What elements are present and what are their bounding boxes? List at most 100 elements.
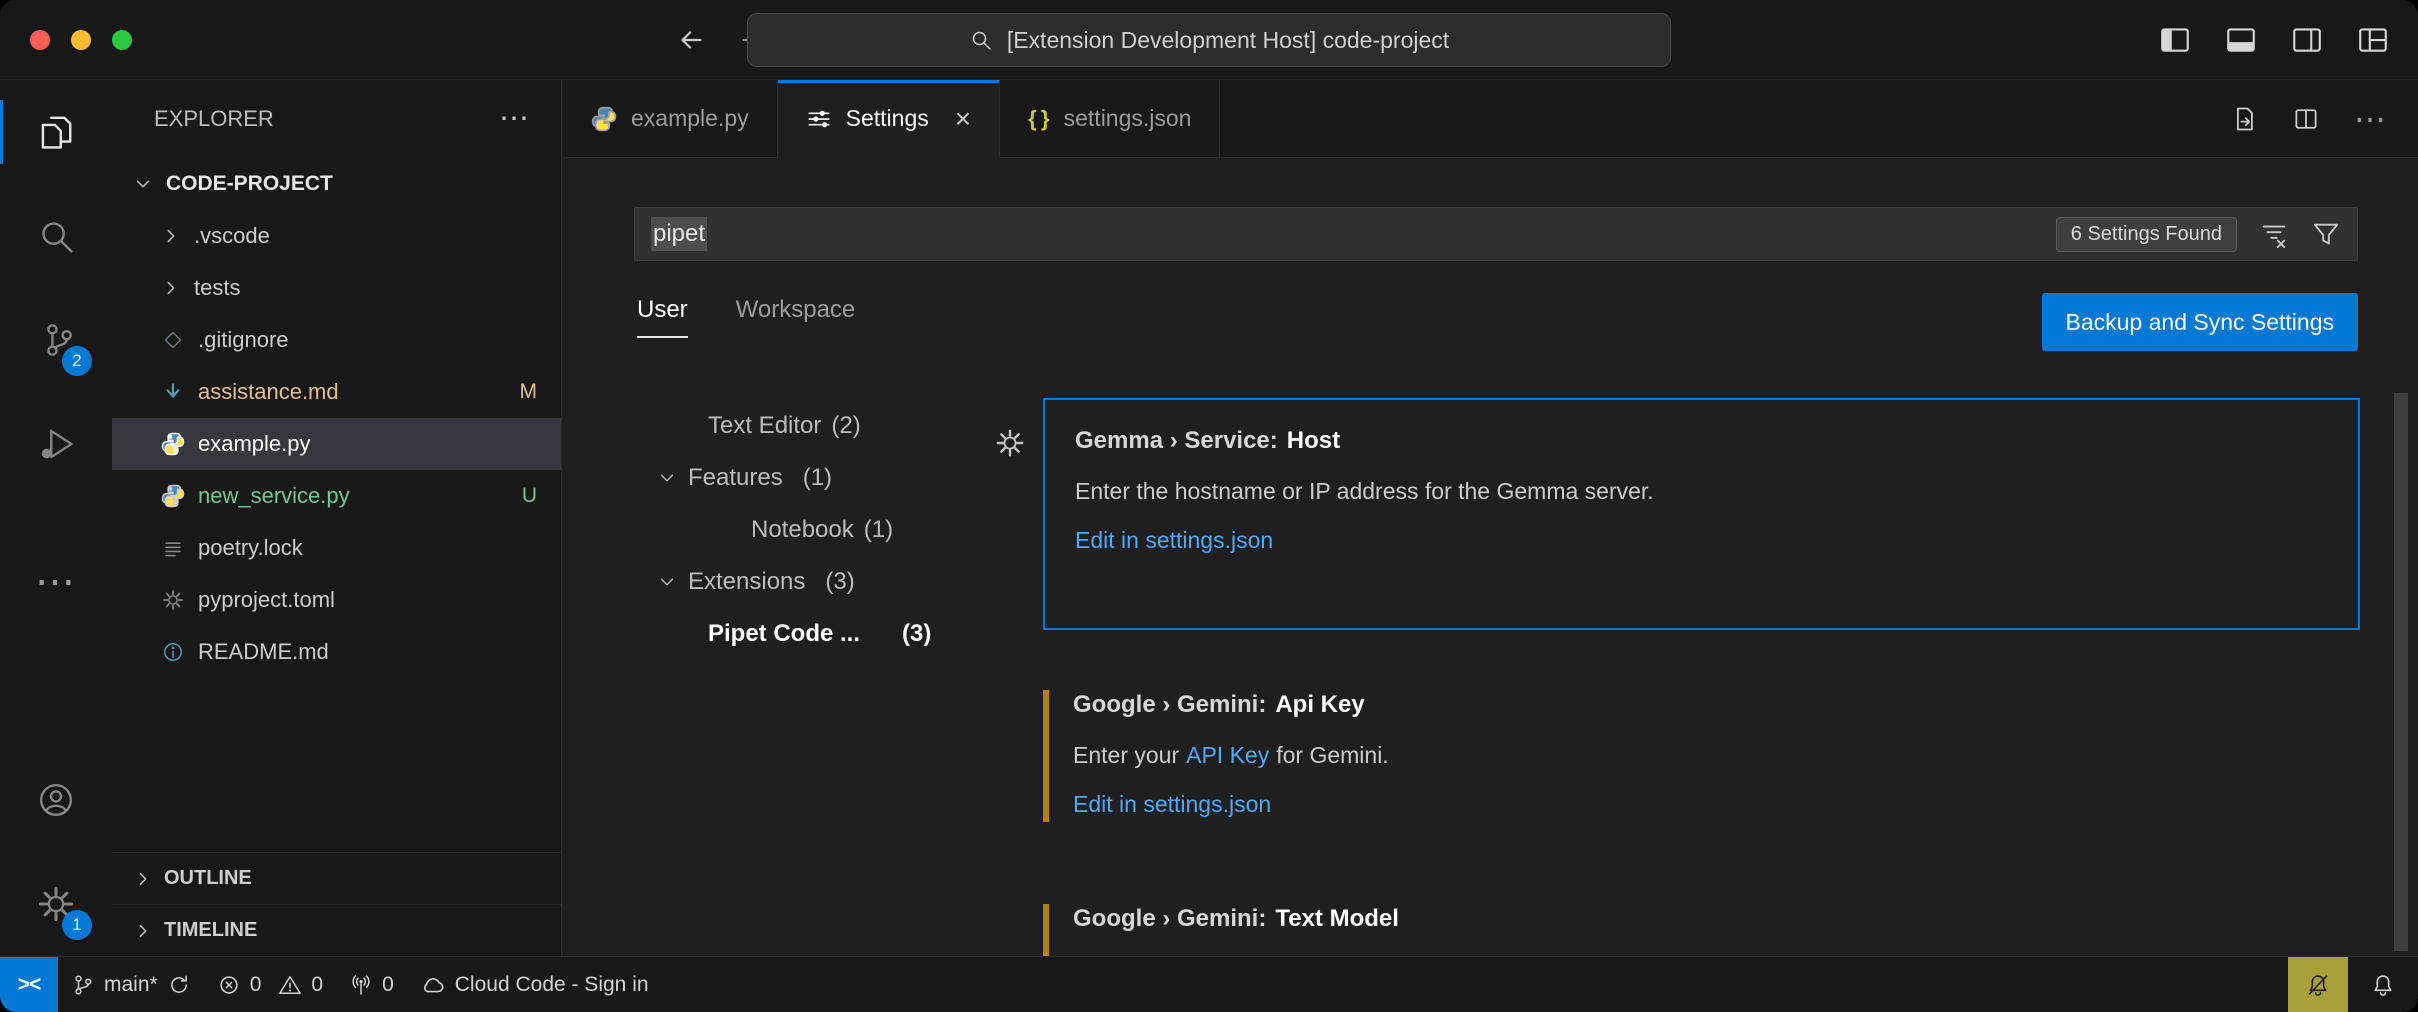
notifications-status[interactable] [2348,957,2418,1012]
toml-gear-icon [160,589,186,611]
minimize-window-button[interactable] [71,30,91,50]
source-control-badge: 2 [62,346,92,376]
navigate-back-icon[interactable] [676,25,706,55]
tree-item-gitignore[interactable]: .gitignore [112,314,561,366]
explorer-more-actions-icon[interactable]: ⋯ [499,104,531,134]
search-icon [969,28,993,52]
tree-item-vscode[interactable]: .vscode [112,210,561,262]
warnings-icon [278,973,302,997]
setting-title: Google › Gemini:Api Key [1073,690,2330,720]
run-debug-icon [37,425,75,463]
errors-icon [217,973,241,997]
setting-google-gemini-text-model[interactable]: Google › Gemini:Text Model [1043,878,2360,956]
close-tab-icon[interactable]: × [955,105,971,133]
tree-item-example-py[interactable]: example.py [112,418,561,470]
notifications-muted-status[interactable] [2288,957,2348,1012]
tree-item-tests[interactable]: tests [112,262,561,314]
setting-description: Enter yourAPI Keyfor Gemini. [1073,742,2330,769]
python-file-icon [160,484,186,508]
tree-item-poetry-lock[interactable]: poetry.lock [112,522,561,574]
setting-title: Gemma › Service:Host [1075,426,2328,456]
status-bar: >< main* 0 0 0 [0,956,2418,1012]
tree-item-pyproject-toml[interactable]: pyproject.toml [112,574,561,626]
git-status-badge: M [520,380,538,404]
account-icon [37,781,75,819]
tree-item-assistance-md[interactable]: assistance.md M [112,366,561,418]
tab-settings-json[interactable]: { } settings.json [1000,80,1220,158]
activity-bar: 2 ⋯ 1 [0,80,112,956]
sidebar-item-account[interactable] [0,748,112,852]
git-branch-status[interactable]: main* [58,957,204,1012]
toggle-secondary-sidebar-icon[interactable] [2290,23,2324,57]
sidebar-item-source-control[interactable]: 2 [0,288,112,392]
tab-example-py[interactable]: example.py [563,80,778,158]
chevron-down-icon [656,571,678,593]
markdown-file-icon [160,380,186,404]
toc-item-features[interactable]: Features (1) [563,452,1043,504]
setting-gemma-service-host[interactable]: Gemma › Service:Host Enter the hostname … [1043,398,2360,630]
timeline-section-header[interactable]: TIMELINE [112,904,561,956]
python-file-icon [591,106,617,132]
zoom-window-button[interactable] [112,30,132,50]
tree-item-root[interactable]: CODE-PROJECT [112,158,561,210]
json-braces-icon: { } [1028,106,1050,132]
setting-description: Enter the hostname or IP address for the… [1075,478,2328,505]
toc-item-notebook[interactable]: Notebook (1) [563,504,1043,556]
cloud-code-status[interactable]: Cloud Code - Sign in [407,957,662,1012]
sidebar-item-search[interactable] [0,184,112,288]
sidebar-item-run-debug[interactable] [0,392,112,496]
settings-list: Gemma › Service:Host Enter the hostname … [1043,396,2360,956]
toggle-primary-sidebar-icon[interactable] [2158,23,2192,57]
split-editor-icon[interactable] [2292,105,2320,133]
close-window-button[interactable] [30,30,50,50]
toc-item-text-editor[interactable]: Text Editor (2) [563,400,1043,452]
clear-filter-icon[interactable] [2259,219,2289,249]
bell-slash-icon [2305,972,2331,998]
open-settings-json-icon[interactable] [2230,105,2258,133]
search-value: pipet [651,217,707,251]
search-icon [37,217,75,255]
chevron-right-icon [132,868,154,890]
chevron-right-icon [160,277,182,299]
bell-icon [2370,972,2396,998]
tab-bar: example.py Settings × { } settings.json [563,80,2418,158]
tab-settings[interactable]: Settings × [778,80,1000,158]
sidebar-item-settings[interactable]: 1 [0,852,112,956]
vscode-window: [Extension Development Host] code-projec… [0,0,2418,1012]
scope-tab-user[interactable]: User [637,296,688,338]
toc-item-extensions[interactable]: Extensions (3) [563,556,1043,608]
sync-changes-icon [167,973,191,997]
remote-indicator[interactable]: >< [0,957,58,1012]
settings-search-input[interactable]: pipet 6 Settings Found [634,207,2358,261]
scope-tab-workspace[interactable]: Workspace [736,296,856,338]
info-file-icon [160,640,186,664]
chevron-down-icon [656,467,678,489]
tree-item-readme-md[interactable]: README.md [112,626,561,678]
python-file-icon [160,432,186,456]
edit-in-settings-json-link[interactable]: Edit in settings.json [1075,527,2328,554]
results-count-badge: 6 Settings Found [2056,217,2237,252]
setting-google-gemini-api-key[interactable]: Google › Gemini:Api Key Enter yourAPI Ke… [1043,664,2360,842]
filter-icon[interactable] [2311,219,2341,249]
toggle-panel-icon[interactable] [2224,23,2258,57]
edit-in-settings-json-link[interactable]: Edit in settings.json [1073,791,2330,818]
sidebar-item-more[interactable]: ⋯ [0,530,112,634]
scrollbar[interactable] [2394,393,2408,951]
ports-status[interactable]: 0 [336,957,407,1012]
setting-actions-gear-icon[interactable] [995,428,1025,458]
command-center[interactable]: [Extension Development Host] code-projec… [747,13,1671,67]
explorer-sidebar: EXPLORER ⋯ CODE-PROJECT .vscode tests .g… [112,80,562,956]
chevron-down-icon [132,173,154,195]
problems-status[interactable]: 0 0 [204,957,336,1012]
outline-section-header[interactable]: OUTLINE [112,852,561,904]
sidebar-item-explorer[interactable] [0,80,112,184]
remote-icon: >< [18,973,41,997]
tree-item-new-service-py[interactable]: new_service.py U [112,470,561,522]
customize-layout-icon[interactable] [2356,23,2390,57]
api-key-link[interactable]: API Key [1186,742,1269,768]
backup-sync-button[interactable]: Backup and Sync Settings [2042,293,2359,351]
toc-item-pipet-code[interactable]: Pipet Code ... (3) [563,608,1043,660]
more-actions-icon[interactable]: ⋯ [2354,103,2388,135]
settings-editor: pipet 6 Settings Found User Workspace Ba… [563,158,2418,956]
radio-tower-icon [349,973,373,997]
